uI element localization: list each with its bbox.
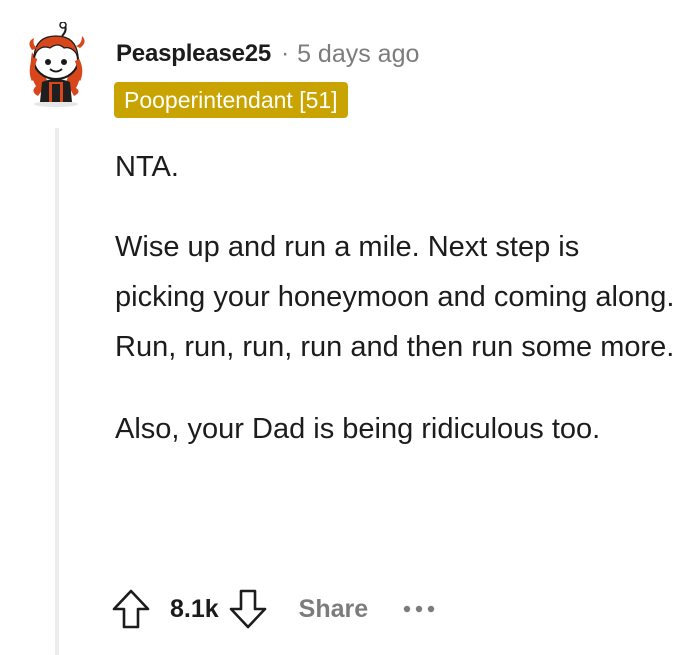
comment-body: NTA. Wise up and run a mile. Next step i… <box>115 142 675 486</box>
meta-separator: · <box>281 40 290 67</box>
avatar[interactable] <box>18 21 94 108</box>
user-flair-badge: Pooperintendant [51] <box>114 82 348 118</box>
upvote-button[interactable] <box>108 586 154 632</box>
comment-paragraph: Wise up and run a mile. Next step is pic… <box>115 231 675 363</box>
comment-header: Peasplease25 · 5 days ago <box>116 36 419 72</box>
downvote-arrow-icon <box>229 589 266 629</box>
more-options-button[interactable] <box>402 586 436 632</box>
comment: Peasplease25 · 5 days ago Pooperintendan… <box>0 0 700 655</box>
comment-action-bar: 8.1k Share <box>108 584 436 634</box>
comment-paragraph: NTA. <box>115 151 179 183</box>
more-options-icon <box>403 605 435 613</box>
vote-score: 8.1k <box>170 594 219 623</box>
downvote-button[interactable] <box>225 586 271 632</box>
thread-collapse-line[interactable] <box>55 128 59 655</box>
timestamp-link[interactable]: 5 days ago <box>297 40 419 69</box>
share-button[interactable]: Share <box>299 595 368 624</box>
upvote-arrow-icon <box>112 589 150 629</box>
avatar-illustration <box>29 21 85 107</box>
comment-paragraph: Also, your Dad is being ridiculous too. <box>115 413 601 445</box>
username-link[interactable]: Peasplease25 <box>116 40 271 68</box>
